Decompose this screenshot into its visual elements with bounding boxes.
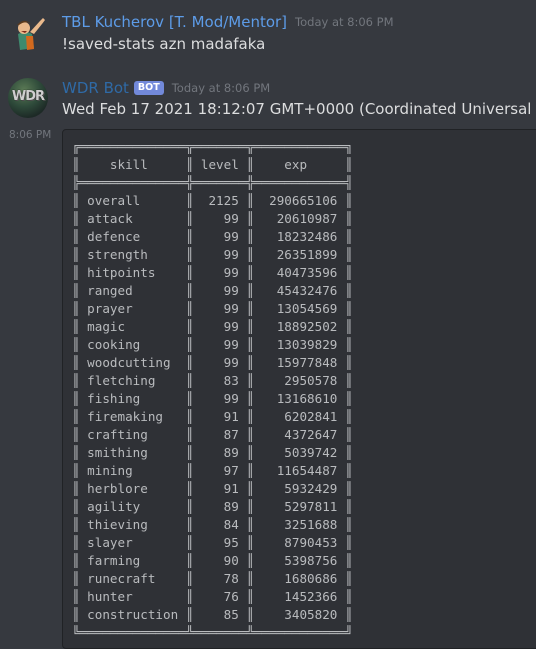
table-row: ║ hunter ║ 76 ║ 1452366 ║: [72, 589, 353, 604]
table-row: ║ overall ║ 2125 ║ 290665106 ║: [72, 193, 353, 208]
table-row: ║ agility ║ 89 ║ 5297811 ║: [72, 499, 353, 514]
table-row: ║ thieving ║ 84 ║ 3251688 ║: [72, 517, 353, 532]
character-avatar-icon[interactable]: [8, 12, 48, 52]
table-row: ║ fishing ║ 99 ║ 13168610 ║: [72, 391, 353, 406]
code-block: ╔══════════════╦═══════╦════════════╗ ║ s…: [62, 129, 536, 649]
table-row: ║ runecraft ║ 78 ║ 1680686 ║: [72, 571, 353, 586]
table-row: ║ defence ║ 99 ║ 18232486 ║: [72, 229, 353, 244]
table-row: ║ firemaking ║ 91 ║ 6202841 ║: [72, 409, 353, 424]
message-kucherov: TBL Kucherov [T. Mod/Mentor] Today at 8:…: [0, 0, 536, 70]
table-row: ║ farming ║ 90 ║ 5398756 ║: [72, 553, 353, 568]
table-row: ║ fletching ║ 83 ║ 2950578 ║: [72, 373, 353, 388]
username[interactable]: WDR Bot: [62, 79, 129, 97]
table-row: ║ construction ║ 85 ║ 3405820 ║: [72, 607, 353, 622]
table-top-border: ╔══════════════╦═══════╦════════════╗: [72, 139, 353, 154]
table-row: ║ mining ║ 97 ║ 11654487 ║: [72, 463, 353, 478]
table-row: ║ ranged ║ 99 ║ 45432476 ║: [72, 283, 353, 298]
table-row: ║ smithing ║ 89 ║ 5039742 ║: [72, 445, 353, 460]
table-bottom-border: ╚══════════════╩═══════╩════════════╝: [72, 625, 353, 640]
table-row: ║ strength ║ 99 ║ 26351899 ║: [72, 247, 353, 262]
username[interactable]: TBL Kucherov [T. Mod/Mentor]: [62, 13, 287, 31]
wdr-logo-avatar[interactable]: WDR: [8, 78, 48, 118]
bot-badge: BOT: [133, 81, 164, 95]
timestamp: Today at 8:06 PM: [171, 81, 271, 95]
table-header-row: ║ skill ║ level ║ exp ║: [72, 157, 353, 172]
table-row: ║ magic ║ 99 ║ 18892502 ║: [72, 319, 353, 334]
avatar-logo-text: WDR: [11, 89, 45, 104]
hover-timestamp: 8:06 PM: [9, 129, 52, 141]
table-row: ║ herblore ║ 91 ║ 5932429 ║: [72, 481, 353, 496]
table-row: ║ attack ║ 99 ║ 20610987 ║: [72, 211, 353, 226]
table-row: ║ hitpoints ║ 99 ║ 40473596 ║: [72, 265, 353, 280]
message-text: !saved-stats azn madafaka: [62, 35, 266, 53]
table-row: ║ slayer ║ 95 ║ 8790453 ║: [72, 535, 353, 550]
timestamp: Today at 8:06 PM: [295, 15, 394, 29]
table-row: ║ crafting ║ 87 ║ 4372647 ║: [72, 427, 353, 442]
table-row: ║ woodcutting ║ 99 ║ 15977848 ║: [72, 355, 353, 370]
message-text: Wed Feb 17 2021 18:12:07 GMT+0000 (Coord…: [62, 100, 536, 118]
table-header-separator: ╠══════════════╬═══════╬════════════╣: [72, 175, 353, 190]
table-row: ║ prayer ║ 99 ║ 13054569 ║: [72, 301, 353, 316]
message-header: TBL Kucherov [T. Mod/Mentor] Today at 8:…: [62, 13, 394, 31]
stats-table: ╔══════════════╦═══════╦════════════╗ ║ s…: [72, 138, 353, 642]
table-row: ║ cooking ║ 99 ║ 13039829 ║: [72, 337, 353, 352]
message-header: WDR Bot BOT Today at 8:06 PM: [62, 79, 270, 97]
